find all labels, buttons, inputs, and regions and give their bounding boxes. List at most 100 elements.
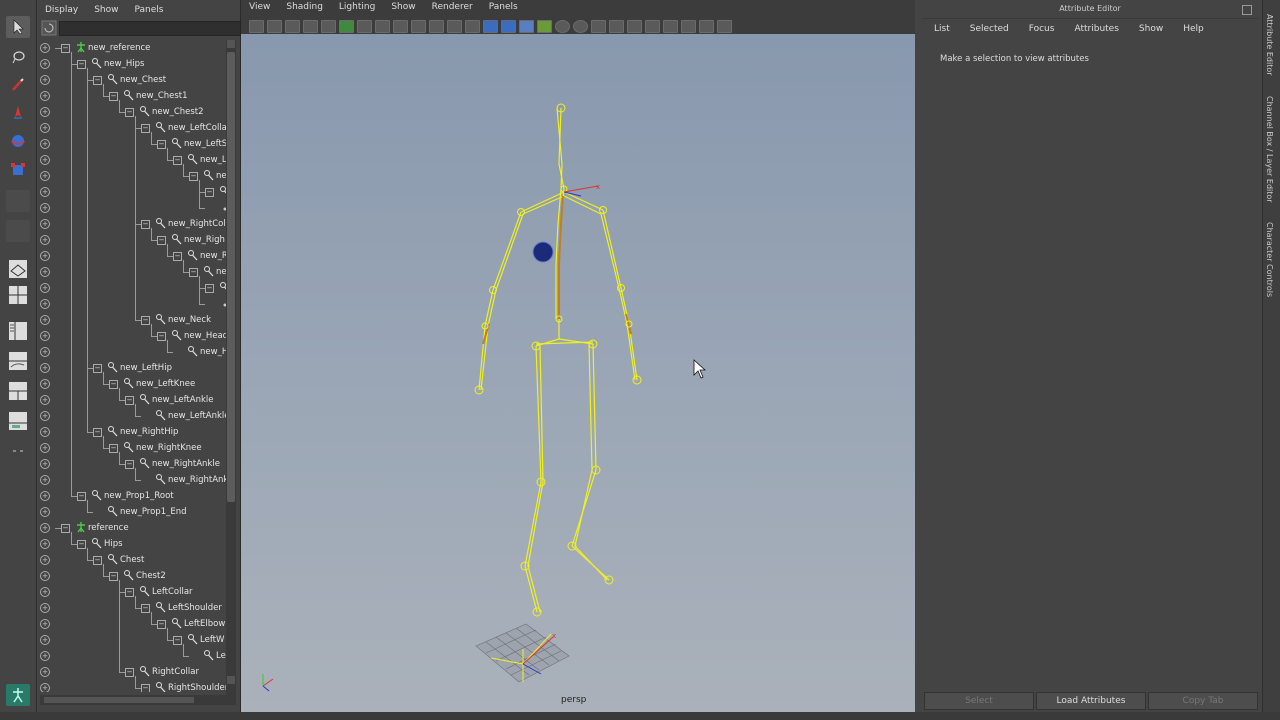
four-view-layout-icon[interactable] (6, 284, 30, 306)
outliner-row[interactable]: + − new_LeftAnkle (37, 392, 227, 408)
vp-menu-shading[interactable]: Shading (278, 2, 331, 17)
expand-all-toggle-icon[interactable]: + (40, 475, 50, 485)
field-chart-icon[interactable] (393, 19, 408, 33)
film-gate-icon[interactable] (339, 19, 354, 33)
paint-select-icon[interactable] (6, 74, 30, 96)
use-all-lights-icon[interactable] (537, 19, 552, 33)
outliner-horizontal-scrollbar[interactable] (40, 695, 236, 705)
collapse-toggle-icon[interactable]: − (61, 524, 70, 533)
collapse-toggle-icon[interactable]: − (93, 428, 102, 437)
selection-handle-ball[interactable] (532, 241, 554, 263)
expand-all-toggle-icon[interactable]: + (40, 331, 50, 341)
expand-all-toggle-icon[interactable]: + (40, 267, 50, 277)
expand-all-toggle-icon[interactable]: + (40, 507, 50, 517)
expand-all-toggle-icon[interactable]: + (40, 651, 50, 661)
viewport-canvas[interactable]: x x (241, 34, 915, 712)
outliner-row[interactable]: + − reference (37, 520, 227, 536)
persp-outliner-layout-icon[interactable] (6, 320, 30, 342)
collapse-toggle-icon[interactable]: − (189, 268, 198, 277)
outliner-row[interactable]: + new_Prop1_End (37, 504, 227, 520)
expand-all-toggle-icon[interactable]: + (40, 219, 50, 229)
expand-all-toggle-icon[interactable]: + (40, 283, 50, 293)
last-tool-slot[interactable] (6, 190, 30, 212)
outliner-row[interactable]: + − new_RightColl (37, 216, 227, 232)
collapse-toggle-icon[interactable]: − (205, 188, 214, 197)
vp-menu-lighting[interactable]: Lighting (331, 2, 383, 17)
collapse-toggle-icon[interactable]: − (109, 444, 118, 453)
collapse-toggle-icon[interactable]: − (77, 540, 86, 549)
smooth-wireframe-icon[interactable] (645, 19, 660, 33)
outliner-row[interactable]: + new_RightAnk (37, 472, 227, 488)
expand-all-toggle-icon[interactable]: + (40, 379, 50, 389)
collapse-toggle-icon[interactable]: − (157, 140, 166, 149)
outliner-row[interactable]: + − new_RightKnee (37, 440, 227, 456)
xray-icon[interactable] (447, 19, 462, 33)
collapse-toggle-icon[interactable]: − (61, 44, 70, 53)
outliner-row[interactable]: + − LeftShoulder (37, 600, 227, 616)
outliner-scroll-thumb[interactable] (227, 52, 235, 502)
expand-all-toggle-icon[interactable]: + (40, 539, 50, 549)
move-tool-icon[interactable] (6, 102, 30, 124)
gate-mask-icon[interactable] (375, 19, 390, 33)
collapse-toggle-icon[interactable]: − (125, 588, 134, 597)
collapse-toggle-icon[interactable]: − (157, 332, 166, 341)
outliner-row[interactable]: + − new_LeftS (37, 136, 227, 152)
backface-culling-icon[interactable] (627, 19, 642, 33)
collapse-toggle-icon[interactable]: − (205, 284, 214, 293)
collapse-toggle-icon[interactable]: − (173, 252, 182, 261)
collapse-toggle-icon[interactable]: − (125, 460, 134, 469)
expand-all-toggle-icon[interactable]: + (40, 59, 50, 69)
expand-all-toggle-icon[interactable]: + (40, 251, 50, 261)
outliner-menu-display[interactable]: Display (37, 5, 86, 15)
expand-all-toggle-icon[interactable]: + (40, 75, 50, 85)
single-perspective-layout-icon[interactable] (6, 258, 30, 280)
expand-all-toggle-icon[interactable]: + (40, 155, 50, 165)
collapse-toggle-icon[interactable]: − (157, 236, 166, 245)
collapse-toggle-icon[interactable]: − (93, 364, 102, 373)
ae-menu-list[interactable]: List (922, 24, 958, 34)
outliner-row[interactable]: + − new_LeftKnee (37, 376, 227, 392)
rotate-tool-icon[interactable] (6, 130, 30, 152)
outliner-row[interactable]: + − new_Head (37, 328, 227, 344)
scroll-down-arrow-icon[interactable] (227, 676, 235, 684)
ae-menu-show[interactable]: Show (1127, 24, 1171, 34)
resolution-gate-icon[interactable] (357, 19, 372, 33)
outliner-row[interactable]: + − new_R (37, 248, 227, 264)
expand-all-toggle-icon[interactable]: + (40, 523, 50, 533)
outliner-row[interactable]: + − RightShoulder (37, 680, 227, 692)
ae-float-icon[interactable] (1242, 5, 1252, 15)
expand-all-toggle-icon[interactable]: + (40, 603, 50, 613)
outliner-row[interactable]: + − new_LeftHip (37, 360, 227, 376)
expand-all-toggle-icon[interactable]: + (40, 203, 50, 213)
ae-menu-focus[interactable]: Focus (1017, 24, 1063, 34)
collapse-toggle-icon[interactable]: − (141, 220, 150, 229)
tab-channel-box-layer-editor[interactable]: Channel Box / Layer Editor (1265, 96, 1274, 203)
outliner-refresh-icon[interactable] (41, 20, 57, 36)
outliner-row[interactable]: + − new_L (37, 152, 227, 168)
outliner-row[interactable]: + − RightCollar (37, 664, 227, 680)
skeleton-joint-chain[interactable]: x (474, 103, 642, 617)
lasso-tool-icon[interactable] (6, 46, 30, 68)
tab-character-controls[interactable]: Character Controls (1265, 222, 1274, 297)
image-plane-icon[interactable] (303, 19, 318, 33)
outliner-row[interactable]: + Le (37, 648, 227, 664)
outliner-row[interactable]: + − new_Neck (37, 312, 227, 328)
outliner-row[interactable]: + − LeftElbow (37, 616, 227, 632)
outliner-filter-field[interactable] (59, 21, 241, 36)
wireframe-on-shaded-icon[interactable] (501, 19, 516, 33)
outliner-row[interactable]: + − new_RightHip (37, 424, 227, 440)
collapse-toggle-icon[interactable]: − (77, 60, 86, 69)
outliner-menu-show[interactable]: Show (86, 5, 126, 15)
expand-all-toggle-icon[interactable]: + (40, 491, 50, 501)
frame-all-icon[interactable] (699, 19, 714, 33)
character-control-icon[interactable] (6, 684, 30, 706)
expand-all-toggle-icon[interactable]: + (40, 683, 50, 692)
frame-selection-icon[interactable] (717, 19, 732, 33)
expand-all-toggle-icon[interactable]: + (40, 235, 50, 245)
vp-menu-view[interactable]: View (241, 2, 278, 17)
safe-title-icon[interactable] (429, 19, 444, 33)
expand-all-toggle-icon[interactable]: + (40, 363, 50, 373)
tab-attribute-editor[interactable]: Attribute Editor (1265, 14, 1274, 76)
hypershade-layout-icon[interactable] (6, 380, 30, 402)
outliner-row[interactable]: + − Chest (37, 552, 227, 568)
